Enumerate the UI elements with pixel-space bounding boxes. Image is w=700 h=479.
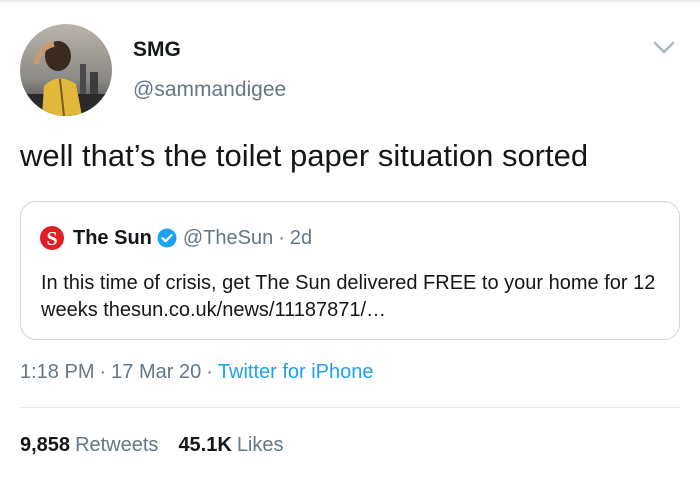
the-sun-logo-icon: S	[40, 226, 64, 250]
avatar[interactable]	[20, 24, 112, 116]
tweet-meta: 1:18 PM · 17 Mar 20 · Twitter for iPhone	[20, 361, 374, 384]
chevron-down-icon[interactable]	[650, 38, 678, 58]
author-handle[interactable]: @sammandigee	[133, 78, 286, 102]
quoted-tweet-card[interactable]: S The Sun @TheSun · 2d In this time of c…	[20, 201, 680, 340]
quoted-timestamp[interactable]: 2d	[290, 227, 312, 250]
tweet-time[interactable]: 1:18 PM	[20, 361, 94, 384]
quoted-tweet-header: S The Sun @TheSun · 2d	[39, 224, 312, 252]
quoted-author-handle[interactable]: @TheSun	[183, 227, 273, 250]
likes-count: 45.1K	[178, 434, 232, 456]
top-divider	[0, 0, 700, 2]
tweet-date[interactable]: 17 Mar 20	[111, 361, 201, 384]
verified-badge-icon	[157, 228, 177, 248]
tweet-source-link[interactable]: Twitter for iPhone	[218, 361, 374, 384]
retweets-stat[interactable]: 9,858 Retweets	[20, 434, 158, 457]
svg-text:S: S	[46, 228, 57, 250]
retweets-count: 9,858	[20, 434, 71, 456]
stats-divider	[20, 407, 680, 408]
likes-label: Likes	[236, 434, 284, 456]
likes-stat[interactable]: 45.1K Likes	[178, 434, 283, 457]
quoted-tweet-text: In this time of crisis, get The Sun deli…	[41, 272, 656, 321]
quoted-separator: ·	[278, 226, 285, 249]
avatar-image	[20, 24, 112, 116]
retweets-label: Retweets	[75, 434, 159, 456]
meta-separator: ·	[206, 361, 213, 383]
meta-separator: ·	[99, 361, 107, 383]
tweet-text: well that’s the toilet paper situation s…	[20, 138, 589, 173]
author-name[interactable]: SMG	[133, 38, 181, 62]
tweet-stats: 9,858 Retweets 45.1K Likes	[20, 434, 304, 457]
quoted-author-name[interactable]: The Sun	[73, 227, 152, 250]
